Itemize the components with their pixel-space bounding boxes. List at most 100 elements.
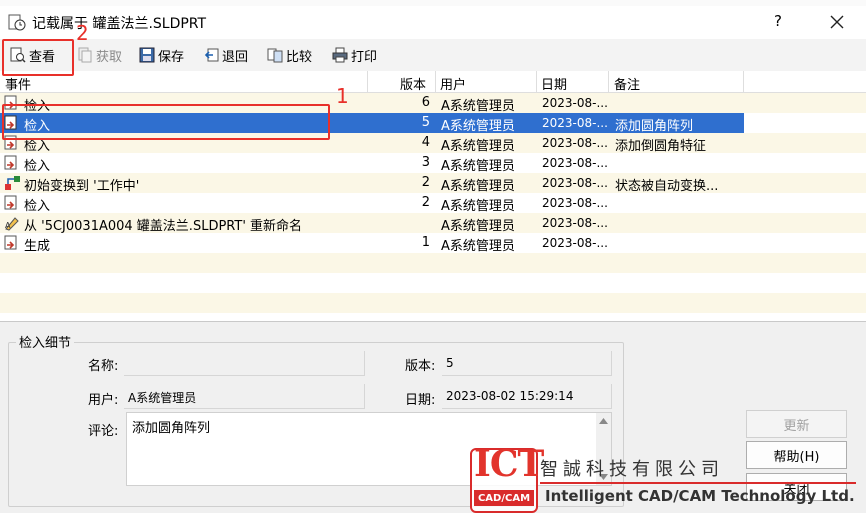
save-icon (139, 47, 155, 63)
create-icon (4, 235, 17, 250)
compare-button[interactable]: 比较 (267, 45, 312, 65)
column-divider[interactable] (743, 71, 744, 92)
checkin-details-title: 检入细节 (16, 332, 75, 351)
row-version: 6 (421, 95, 430, 110)
row-date: 2023-08-... (542, 196, 608, 210)
get-label: 获取 (96, 49, 123, 65)
window-title: 记载属于 罐盖法兰.SLDPRT (32, 16, 207, 32)
row-user: A系统管理员 (441, 239, 515, 254)
compare-label: 比较 (286, 49, 313, 65)
rollback-label: 退回 (222, 49, 249, 65)
watermark-company-cn: 智誠科技有限公司 (540, 459, 724, 480)
update-label: 更新 (783, 418, 810, 434)
row-user: A系统管理员 (441, 99, 515, 114)
row-date: 2023-08-... (542, 236, 608, 250)
column-date[interactable]: 日期 (541, 74, 567, 93)
date-field[interactable]: 2023-08-02 15:29:14 (442, 384, 612, 409)
row-event: 检入 (24, 199, 51, 214)
history-row[interactable]: 生成 1 A系统管理员 2023-08-... (0, 233, 866, 254)
row-event: 从 '5CJ0031A004 罐盖法兰.SLDPRT' 重新命名 (24, 219, 303, 234)
row-version: 4 (421, 135, 430, 150)
save-label: 保存 (158, 49, 185, 65)
row-note: 状态被自动变换... (615, 179, 719, 194)
row-date: 2023-08-... (542, 116, 608, 130)
close-icon[interactable] (825, 10, 849, 34)
empty-row (0, 293, 866, 313)
comment-value: 添加圆角阵列 (132, 421, 211, 436)
print-button[interactable]: 打印 (332, 45, 377, 65)
row-event: 初始变换到 '工作中' (24, 179, 140, 194)
date-label: 日期: (405, 393, 436, 408)
row-version: 1 (421, 235, 430, 250)
version-field[interactable]: 5 (442, 351, 612, 376)
save-button[interactable]: 保存 (139, 45, 184, 65)
annotation-number-2: 2 (76, 21, 89, 45)
user-field[interactable]: A系统管理员 (124, 384, 365, 409)
row-date: 2023-08-... (542, 96, 608, 110)
column-divider[interactable] (536, 71, 537, 92)
history-row[interactable]: 检入 2 A系统管理员 2023-08-... (0, 193, 866, 214)
row-version: 3 (421, 155, 430, 170)
column-divider[interactable] (608, 71, 609, 92)
row-note: 添加倒圆角特征 (615, 139, 707, 154)
annotation-box-view (2, 39, 74, 76)
name-field[interactable] (124, 351, 365, 376)
row-user: A系统管理员 (441, 119, 515, 134)
watermark-divider (540, 482, 856, 484)
ict-logo-text: ICT (474, 443, 544, 485)
column-divider[interactable] (367, 71, 368, 92)
ict-logo-sub-text: CAD/CAM (477, 492, 531, 504)
row-user: A系统管理员 (441, 219, 515, 234)
row-version: 2 (421, 175, 430, 190)
compare-icon (267, 48, 283, 63)
column-divider[interactable] (435, 71, 436, 92)
rollback-button[interactable]: 退回 (203, 45, 248, 65)
print-label: 打印 (351, 49, 378, 65)
scroll-up-icon[interactable] (599, 418, 608, 424)
checkin-icon (4, 195, 17, 210)
help-button[interactable]: ? (774, 12, 782, 30)
history-row[interactable]: 检入 3 A系统管理员 2023-08-... (0, 153, 866, 174)
row-user: A系统管理员 (441, 179, 515, 194)
annotation-box-row (2, 104, 330, 140)
title-bar: 记载属于 罐盖法兰.SLDPRT ? (0, 6, 866, 39)
rollback-icon (204, 48, 219, 62)
svg-text:A: A (5, 221, 11, 230)
row-date: 2023-08-... (542, 136, 608, 150)
column-version[interactable]: 版本 (400, 74, 426, 93)
get-icon (78, 47, 92, 63)
version-label: 版本: (405, 359, 436, 374)
row-user: A系统管理员 (441, 139, 515, 154)
print-icon (332, 47, 348, 63)
empty-row (0, 273, 866, 293)
toolbar: 查看 获取 保存 退回 比较 打印 (0, 39, 866, 72)
checkin-icon (4, 155, 17, 170)
get-button[interactable]: 获取 (77, 45, 122, 65)
rename-icon: A (5, 217, 19, 231)
row-user: A系统管理员 (441, 199, 515, 214)
row-event: 检入 (24, 159, 51, 174)
help-dialog-button[interactable]: 帮助(H) (746, 441, 847, 469)
state-transition-icon (5, 176, 20, 190)
row-event: 生成 (24, 239, 51, 254)
row-user: A系统管理员 (441, 159, 515, 174)
column-event[interactable]: 事件 (5, 74, 31, 93)
empty-row (0, 253, 866, 273)
row-note: 添加圆角阵列 (615, 119, 694, 134)
row-date: 2023-08-... (542, 156, 608, 170)
row-version: 5 (421, 115, 430, 130)
history-row[interactable]: 初始变换到 '工作中' 2 A系统管理员 2023-08-... 状态被自动变换… (0, 173, 866, 194)
annotation-number-1: 1 (336, 84, 349, 108)
column-note[interactable]: 备注 (614, 74, 640, 93)
row-version: 2 (421, 195, 430, 210)
history-row[interactable]: A 从 '5CJ0031A004 罐盖法兰.SLDPRT' 重新命名 A系统管理… (0, 213, 866, 234)
row-date: 2023-08-... (542, 176, 608, 190)
user-value: A系统管理员 (128, 391, 197, 405)
name-label: 名称: (88, 359, 119, 374)
user-label: 用户: (88, 393, 119, 408)
update-button[interactable]: 更新 (746, 410, 847, 438)
row-date: 2023-08-... (542, 216, 608, 230)
history-icon (8, 14, 26, 31)
column-user[interactable]: 用户 (440, 74, 466, 93)
watermark-company-en: Intelligent CAD/CAM Technology Ltd. (545, 487, 855, 505)
